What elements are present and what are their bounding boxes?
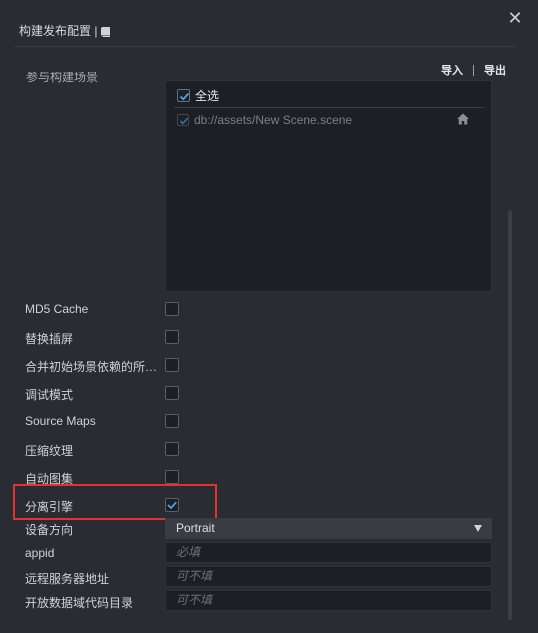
compress-texture-checkbox[interactable] xyxy=(165,442,179,456)
merge-start-scene-label: 合并初始场景依赖的所… xyxy=(25,360,158,374)
select-all-checkbox[interactable] xyxy=(177,89,190,102)
dialog-title: 构建发布配置 | xyxy=(19,22,111,39)
scene-list: 全选 db://assets/New Scene.scene xyxy=(165,80,492,292)
select-all-label: 全选 xyxy=(195,89,220,103)
remote-server-label: 远程服务器地址 xyxy=(25,572,110,586)
dialog-title-text: 构建发布配置 | xyxy=(19,24,98,38)
book-icon[interactable] xyxy=(101,26,111,37)
remote-server-input[interactable]: 可不填 xyxy=(165,566,492,587)
scene-checkbox[interactable] xyxy=(177,114,189,126)
md5-cache-checkbox[interactable] xyxy=(165,302,179,316)
header-divider xyxy=(14,46,516,47)
orientation-select[interactable]: Portrait xyxy=(165,518,492,539)
debug-mode-label: 调试模式 xyxy=(25,388,74,402)
dialog-header: 构建发布配置 | ✕ xyxy=(0,0,538,46)
scene-list-item[interactable]: db://assets/New Scene.scene xyxy=(177,113,352,127)
appid-input[interactable]: 必填 xyxy=(165,542,492,563)
open-data-dir-label: 开放数据域代码目录 xyxy=(25,596,134,610)
highlight-box xyxy=(13,484,217,520)
home-icon[interactable] xyxy=(457,113,469,125)
scene-list-divider xyxy=(174,107,484,108)
scene-path: db://assets/New Scene.scene xyxy=(194,113,353,127)
chevron-down-icon xyxy=(474,525,482,532)
replace-splash-label: 替换插屏 xyxy=(25,332,74,346)
select-all-row[interactable]: 全选 xyxy=(177,87,219,104)
open-data-dir-input[interactable]: 可不填 xyxy=(165,590,492,611)
debug-mode-checkbox[interactable] xyxy=(165,386,179,400)
close-icon[interactable]: ✕ xyxy=(505,8,525,28)
replace-splash-checkbox[interactable] xyxy=(165,330,179,344)
merge-start-scene-checkbox[interactable] xyxy=(165,358,179,372)
orientation-label: 设备方向 xyxy=(25,523,74,537)
md5-cache-label: MD5 Cache xyxy=(25,302,89,316)
scenes-section-label: 参与构建场景 xyxy=(26,72,99,84)
compress-texture-label: 压缩纹理 xyxy=(25,444,74,458)
appid-label: appid xyxy=(25,546,55,560)
source-maps-label: Source Maps xyxy=(25,414,96,428)
auto-atlas-checkbox[interactable] xyxy=(165,470,179,484)
vertical-scrollbar[interactable] xyxy=(508,210,512,620)
orientation-value: Portrait xyxy=(176,521,215,535)
source-maps-checkbox[interactable] xyxy=(165,414,179,428)
